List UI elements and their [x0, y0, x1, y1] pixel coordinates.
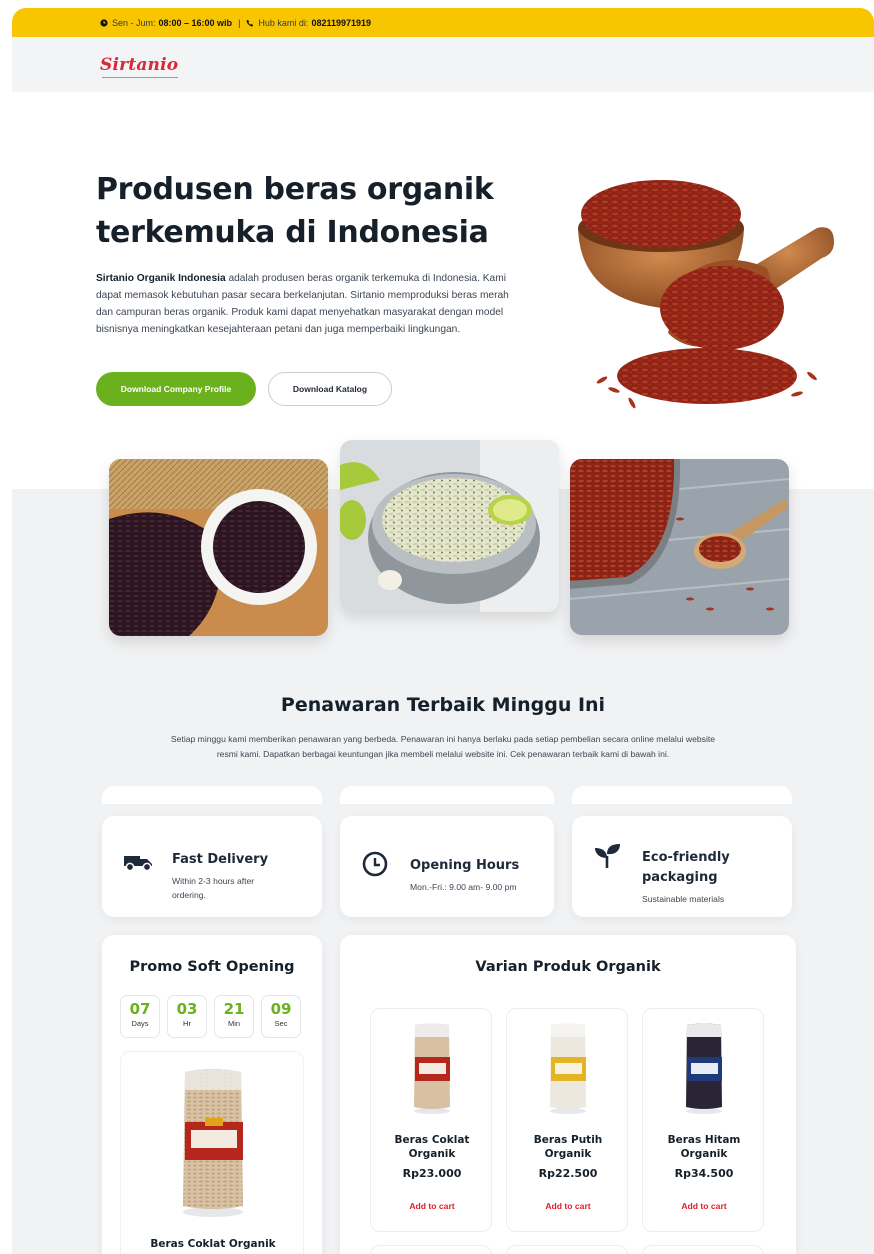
- phone-icon: [246, 19, 254, 26]
- add-to-cart-button[interactable]: Add to cart: [371, 1201, 493, 1211]
- hours-label: Sen - Jum:: [112, 17, 156, 28]
- feature-card-hours: Opening Hours Mon.-Fri.: 9.00 am- 9.00 p…: [340, 816, 554, 917]
- download-catalog-button[interactable]: Download Katalog: [268, 372, 392, 406]
- promo-card: Promo Soft Opening 07 Days 03 Hr 21 Min …: [102, 935, 322, 1254]
- card-edge: [102, 786, 322, 804]
- countdown-unit: Min: [227, 1019, 241, 1028]
- product-card-black[interactable]: Beras Hitam Organik Rp34.500 Add to cart: [642, 1008, 764, 1232]
- card-edge: [572, 786, 792, 804]
- contact-label: Hub kami di:: [258, 17, 309, 28]
- countdown-value: 21: [223, 1000, 245, 1018]
- offers-description: Setiap minggu kami memberikan penawaran …: [170, 734, 716, 759]
- top-info-bar: Sen - Jum: 08:00 – 16:00 wib | Hub kami …: [12, 8, 874, 37]
- feature-title: Opening Hours: [410, 858, 520, 873]
- offers-title: Penawaran Terbaik Minggu Ini: [280, 694, 606, 716]
- black-rice-photo: [109, 459, 328, 636]
- products-title: Varian Produk Organik: [475, 959, 661, 975]
- promo-title: Promo Soft Opening: [129, 959, 295, 975]
- site-logo[interactable]: Sirtanio: [100, 55, 179, 78]
- countdown-value: 09: [270, 1000, 292, 1018]
- hero-section: Produsen beras organik terkemuka di Indo…: [96, 168, 536, 406]
- navbar: Sirtanio: [12, 37, 874, 92]
- product-card-partial: [506, 1245, 628, 1254]
- hero-buttons: Download Company Profile Download Katalo…: [96, 372, 392, 406]
- countdown-days: 07 Days: [120, 995, 160, 1038]
- countdown-minutes: 21 Min: [214, 995, 254, 1038]
- countdown-hours: 03 Hr: [167, 995, 207, 1038]
- product-name: Beras Coklat Organik: [394, 1134, 470, 1160]
- feature-subtitle: Within 2-3 hours after ordering.: [172, 876, 255, 900]
- promo-product-name: Beras Coklat Organik: [150, 1238, 276, 1250]
- countdown-value: 03: [176, 1000, 198, 1018]
- add-to-cart-button[interactable]: Add to cart: [643, 1201, 765, 1211]
- products-card: Varian Produk Organik Beras Coklat Organ…: [340, 935, 796, 1254]
- feature-title: Fast Delivery: [172, 852, 269, 867]
- clock-icon: [100, 18, 108, 27]
- countdown-value: 07: [129, 1000, 151, 1018]
- card-edge: [340, 786, 554, 804]
- feature-card-eco: Eco-friendly packaging Sustainable mater…: [572, 816, 792, 917]
- countdown-seconds: 09 Sec: [261, 995, 301, 1038]
- feature-subtitle: Sustainable materials: [642, 894, 725, 904]
- hero-title-line1: Produsen beras organik: [96, 172, 494, 207]
- product-price: Rp23.000: [402, 1167, 462, 1180]
- product-name: Beras Putih Organik: [533, 1134, 603, 1160]
- hero-title-line2: terkemuka di Indonesia: [96, 215, 489, 250]
- feature-title: Eco-friendly packaging: [642, 850, 730, 885]
- brown-rice-bag-image: [183, 1069, 243, 1217]
- hours-value: 08:00 – 16:00 wib: [158, 17, 233, 28]
- clock-icon: [362, 851, 388, 877]
- hero-description: Sirtanio Organik Indonesia adalah produs…: [96, 270, 526, 338]
- contact-phone[interactable]: 082119971919: [311, 18, 371, 28]
- countdown-unit: Hr: [183, 1019, 191, 1028]
- product-name: Beras Hitam Organik: [667, 1134, 741, 1160]
- herbed-rice-bowl-photo: [340, 440, 559, 612]
- product-card-white[interactable]: Beras Putih Organik Rp22.500 Add to cart: [506, 1008, 628, 1232]
- feature-subtitle: Mon.-Fri.: 9.00 am- 9.00 pm: [410, 882, 517, 892]
- hero-title: Produsen beras organik terkemuka di Indo…: [96, 168, 536, 254]
- sprout-icon: [595, 844, 620, 868]
- product-card-partial: [370, 1245, 492, 1254]
- feature-card-delivery: Fast Delivery Within 2-3 hours after ord…: [102, 816, 322, 917]
- hero-description-brand: Sirtanio Organik Indonesia: [96, 273, 226, 284]
- page: Sen - Jum: 08:00 – 16:00 wib | Hub kami …: [12, 8, 874, 1254]
- topbar-separator: |: [238, 17, 241, 28]
- product-price: Rp22.500: [538, 1167, 598, 1180]
- red-rice-spoon-photo: [570, 459, 789, 635]
- download-company-profile-button[interactable]: Download Company Profile: [96, 372, 256, 406]
- add-to-cart-button[interactable]: Add to cart: [507, 1201, 629, 1211]
- countdown-unit: Sec: [274, 1019, 288, 1028]
- brown-rice-bag-image: [414, 1023, 450, 1114]
- truck-icon: [124, 856, 152, 872]
- product-card-brown[interactable]: Beras Coklat Organik Rp23.000 Add to car…: [370, 1008, 492, 1232]
- product-price: Rp34.500: [674, 1167, 734, 1180]
- red-rice-bowl-image: [578, 180, 834, 409]
- product-card-partial: [642, 1245, 764, 1254]
- promo-product[interactable]: Beras Coklat Organik: [120, 1051, 304, 1254]
- black-rice-bag-image: [686, 1023, 722, 1114]
- white-rice-bag-image: [550, 1023, 586, 1114]
- countdown-unit: Days: [131, 1019, 149, 1028]
